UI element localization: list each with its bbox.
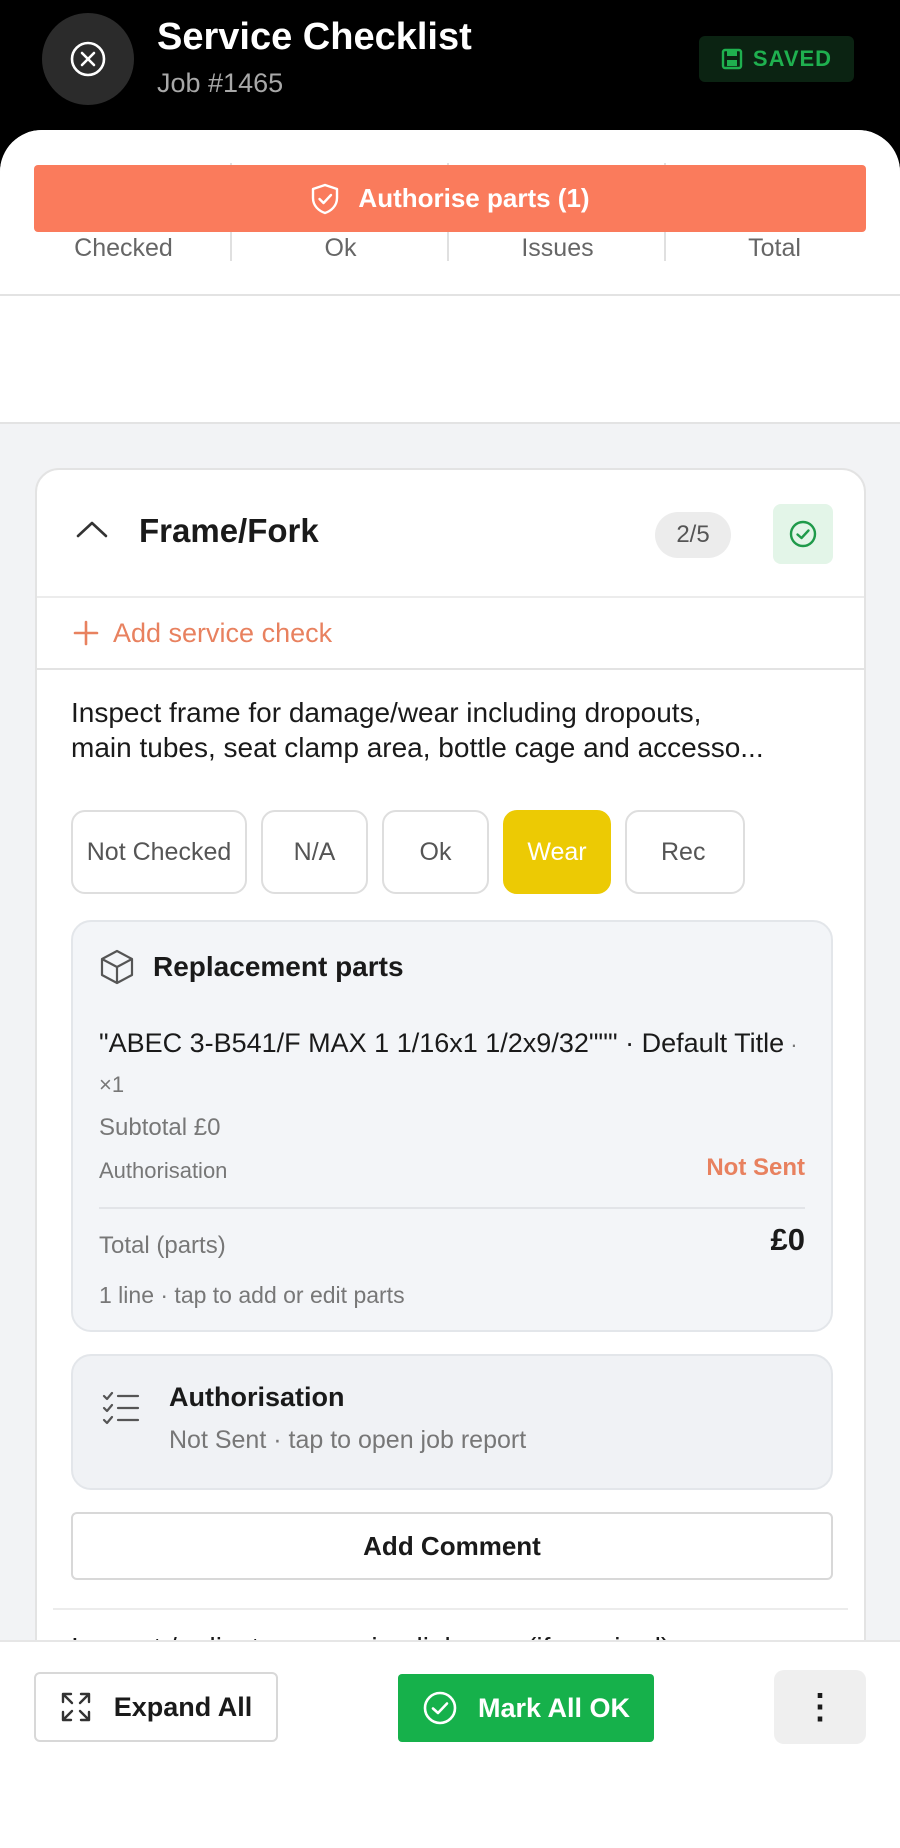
checklist-sheet: 2 Checked 0 Ok 2 Issues 37 Total Authori…: [0, 130, 900, 1848]
stat-label: Ok: [324, 234, 357, 262]
stat-label: Total: [748, 234, 801, 262]
stat-label: Checked: [74, 234, 173, 262]
authorisation-title: Authorisation: [169, 1382, 345, 1412]
authorisation-subtitle: Not Sent · tap to open job report: [169, 1426, 527, 1454]
plus-icon: [73, 620, 99, 646]
option-ok[interactable]: Ok: [382, 810, 489, 894]
stat-label: Issues: [521, 234, 594, 262]
option-na[interactable]: N/A: [261, 810, 368, 894]
authorise-parts-label: Authorise parts (1): [358, 183, 590, 213]
check-status-options: Not Checked N/A Ok Wear Rec: [71, 810, 831, 896]
add-service-check-button[interactable]: Add service check: [37, 598, 864, 670]
authorise-strip: Authorise parts (1): [0, 165, 900, 424]
divider: [99, 1207, 805, 1209]
section-title: Frame/Fork: [139, 512, 319, 549]
saved-badge: SAVED: [699, 36, 854, 82]
section-header[interactable]: Frame/Fork 2/5: [37, 470, 864, 598]
checklist-icon: [102, 1391, 140, 1425]
authorise-parts-button[interactable]: Authorise parts (1): [34, 165, 866, 232]
parts-total-value: £0: [770, 1222, 805, 1257]
check-description: Inspect frame for damage/wear including …: [71, 695, 841, 765]
box-icon: [100, 949, 134, 985]
part-subtotal: Subtotal £0: [99, 1114, 221, 1141]
option-not-checked[interactable]: Not Checked: [71, 810, 247, 894]
section-complete-button[interactable]: [773, 504, 833, 564]
bottom-action-bar: Expand All Mark All OK ⋮: [0, 1640, 900, 1848]
close-icon: [70, 41, 106, 77]
part-line-item: "ABEC 3-B541/F MAX 1 1/16x1 1/2x9/32""" …: [99, 1024, 799, 1104]
add-service-check-label: Add service check: [113, 617, 333, 648]
replacement-parts-heading: Replacement parts: [99, 948, 404, 986]
page-title: Service Checklist: [157, 16, 472, 58]
authorisation-panel[interactable]: Authorisation Not Sent · tap to open job…: [71, 1354, 833, 1490]
app-header: Service Checklist Job #1465 SAVED: [0, 0, 900, 135]
more-vertical-icon: ⋮: [803, 1688, 837, 1726]
authorisation-label: Authorisation: [99, 1158, 228, 1183]
option-rec[interactable]: Rec: [625, 810, 745, 894]
check-circle-icon: [423, 1691, 457, 1725]
saved-label: SAVED: [752, 46, 833, 71]
divider: [53, 1608, 848, 1610]
section-card: Frame/Fork 2/5 Add service check Inspect…: [35, 468, 866, 1768]
replacement-parts-panel[interactable]: Replacement parts "ABEC 3-B541/F MAX 1 1…: [71, 920, 833, 1332]
shield-check-icon: [312, 183, 339, 214]
job-number: Job #1465: [157, 68, 284, 98]
section-progress-badge: 2/5: [655, 512, 731, 558]
mark-all-ok-button[interactable]: Mark All OK: [398, 1674, 654, 1742]
option-wear[interactable]: Wear: [503, 810, 611, 894]
expand-all-label: Expand All: [113, 1691, 253, 1722]
check-description-line: main tubes, seat clamp area, bottle cage…: [71, 732, 764, 763]
check-circle-icon: [789, 520, 817, 548]
chevron-up-icon[interactable]: [75, 518, 109, 540]
mark-all-ok-label: Mark All OK: [477, 1692, 631, 1723]
save-icon: [721, 48, 743, 70]
expand-icon: [61, 1692, 90, 1722]
more-options-button[interactable]: ⋮: [774, 1670, 866, 1744]
check-description-line: Inspect frame for damage/wear including …: [71, 697, 702, 728]
add-comment-button[interactable]: Add Comment: [71, 1512, 833, 1580]
parts-hint: 1 line · tap to add or edit parts: [99, 1282, 405, 1308]
part-name: "ABEC 3-B541/F MAX 1 1/16x1 1/2x9/32""" …: [99, 1028, 785, 1058]
parts-total-label: Total (parts): [99, 1232, 226, 1259]
close-button[interactable]: [42, 13, 134, 105]
expand-all-button[interactable]: Expand All: [34, 1672, 278, 1742]
replacement-parts-title: Replacement parts: [153, 951, 404, 982]
authorisation-status: Not Sent: [706, 1154, 805, 1181]
